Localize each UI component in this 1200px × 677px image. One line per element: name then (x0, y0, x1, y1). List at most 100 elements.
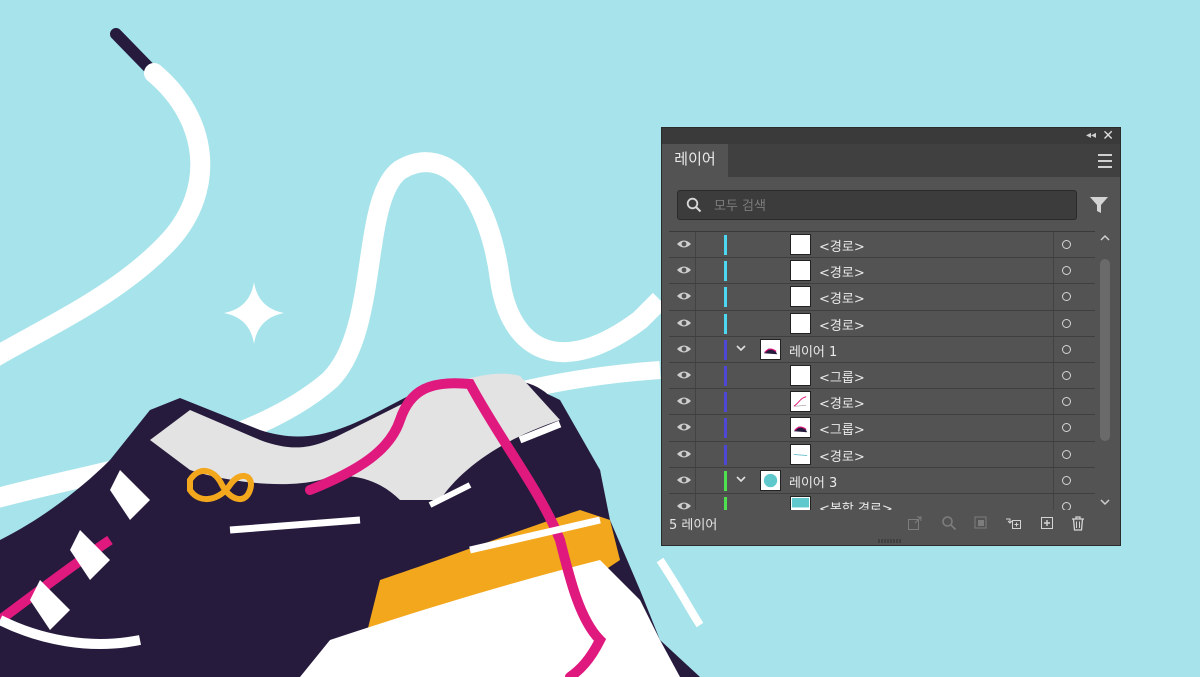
layer-color-bar (724, 339, 727, 360)
layer-thumbnail (790, 391, 811, 413)
scroll-up-icon[interactable] (1099, 233, 1111, 243)
visibility-eye-icon[interactable] (676, 474, 692, 486)
visibility-eye-icon[interactable] (676, 369, 692, 381)
target-circle-icon[interactable] (1062, 292, 1071, 302)
target-circle-icon[interactable] (1062, 240, 1071, 249)
layer-row[interactable]: 레이어 3 (669, 467, 1095, 494)
layer-color-bar (724, 418, 727, 439)
sublayer-row[interactable]: <경로> (669, 232, 1095, 259)
lock-column[interactable] (695, 284, 696, 310)
target-circle-icon[interactable] (1062, 370, 1071, 380)
clipping-mask-icon[interactable] (973, 515, 989, 531)
visibility-eye-icon[interactable] (676, 317, 692, 329)
layer-color-bar (724, 444, 727, 465)
lock-column[interactable] (695, 232, 696, 258)
close-panel-icon[interactable]: ✕ (1102, 128, 1114, 144)
layer-thumbnail (790, 260, 811, 282)
layer-name[interactable]: <그룹> (819, 367, 865, 386)
sublayer-row[interactable]: <그룹> (669, 362, 1095, 390)
sublayer-row[interactable]: <경로> (669, 441, 1095, 468)
layer-row[interactable]: 레이어 1 (669, 336, 1095, 363)
lock-column[interactable] (695, 389, 696, 415)
sublayer-row[interactable]: <복합 경로> (669, 493, 1095, 510)
layer-name[interactable]: <경로> (819, 262, 865, 281)
tab-layers[interactable]: 레이어 (662, 144, 728, 177)
layer-color-bar (724, 287, 727, 308)
scroll-thumb[interactable] (1100, 259, 1110, 441)
visibility-eye-icon[interactable] (676, 343, 692, 355)
lock-column[interactable] (695, 336, 696, 362)
visibility-eye-icon[interactable] (676, 448, 692, 460)
visibility-eye-icon[interactable] (676, 290, 692, 302)
layer-thumbnail (760, 469, 781, 491)
panel-tab-bar: 레이어 (662, 144, 1120, 177)
target-column-divider (1053, 389, 1054, 415)
scroll-down-icon[interactable] (1099, 497, 1111, 507)
panel-menu-icon[interactable] (1098, 150, 1112, 170)
target-circle-icon[interactable] (1062, 397, 1071, 407)
target-column-divider (1053, 232, 1054, 258)
target-column-divider (1053, 284, 1054, 310)
layer-color-bar (724, 470, 727, 491)
visibility-eye-icon[interactable] (676, 395, 692, 407)
collapse-panel-icon[interactable]: ◂◂ (1086, 129, 1096, 143)
filter-icon[interactable] (1089, 195, 1109, 215)
layer-thumbnail (790, 286, 811, 308)
layer-thumbnail (790, 443, 811, 465)
target-column-divider (1053, 441, 1054, 467)
lock-column[interactable] (695, 415, 696, 441)
target-column-divider (1053, 362, 1054, 389)
layer-color-bar (724, 365, 727, 386)
layer-name[interactable]: <경로> (819, 393, 865, 412)
new-sublayer-icon[interactable] (1005, 515, 1021, 531)
layer-thumbnail (790, 364, 811, 386)
target-circle-icon[interactable] (1062, 423, 1071, 433)
search-icon (686, 197, 702, 213)
sublayer-row[interactable]: <경로> (669, 284, 1095, 311)
layer-name[interactable]: <경로> (819, 288, 865, 307)
target-column-divider (1053, 310, 1054, 336)
target-column-divider (1053, 258, 1054, 284)
layer-search-box (677, 190, 1077, 220)
new-layer-icon[interactable] (1039, 515, 1055, 531)
export-icon[interactable] (907, 515, 923, 531)
lock-column[interactable] (695, 493, 696, 510)
visibility-eye-icon[interactable] (676, 264, 692, 276)
panel-resize-grip[interactable] (878, 539, 902, 543)
delete-layer-icon[interactable] (1070, 515, 1086, 531)
sublayer-row[interactable]: <경로> (669, 258, 1095, 285)
sublayer-row[interactable]: <그룹> (669, 415, 1095, 442)
panel-title-bar[interactable]: ◂◂ ✕ (662, 128, 1120, 144)
sublayer-row[interactable]: <경로> (669, 310, 1095, 337)
layer-thumbnail (790, 417, 811, 439)
layer-name[interactable]: <경로> (819, 315, 865, 334)
lock-column[interactable] (695, 362, 696, 389)
target-circle-icon[interactable] (1062, 344, 1071, 354)
chevron-down-icon[interactable] (735, 473, 747, 485)
layer-name[interactable]: 레이어 3 (789, 472, 837, 491)
target-circle-icon[interactable] (1062, 449, 1071, 459)
lock-column[interactable] (695, 441, 696, 467)
visibility-eye-icon[interactable] (676, 421, 692, 433)
layer-name[interactable]: <경로> (819, 236, 865, 255)
lock-column[interactable] (695, 258, 696, 284)
chevron-down-icon[interactable] (735, 342, 747, 354)
layer-thumbnail (790, 234, 811, 255)
layer-color-bar (724, 235, 727, 255)
layer-color-bar (724, 313, 727, 334)
layer-name[interactable]: <그룹> (819, 419, 865, 438)
target-column-divider (1053, 467, 1054, 493)
lock-column[interactable] (695, 467, 696, 493)
sublayer-row[interactable]: <경로> (669, 389, 1095, 416)
layer-name[interactable]: 레이어 1 (789, 341, 837, 360)
layer-list-scrollbar[interactable] (1098, 231, 1112, 509)
target-circle-icon[interactable] (1062, 475, 1071, 485)
target-circle-icon[interactable] (1062, 318, 1071, 328)
lock-column[interactable] (695, 310, 696, 336)
layer-thumbnail (790, 312, 811, 334)
layer-name[interactable]: <경로> (819, 446, 865, 465)
locate-object-icon[interactable] (941, 515, 957, 531)
layer-search-input[interactable] (712, 194, 1066, 218)
target-circle-icon[interactable] (1062, 266, 1071, 276)
visibility-eye-icon[interactable] (676, 238, 692, 250)
